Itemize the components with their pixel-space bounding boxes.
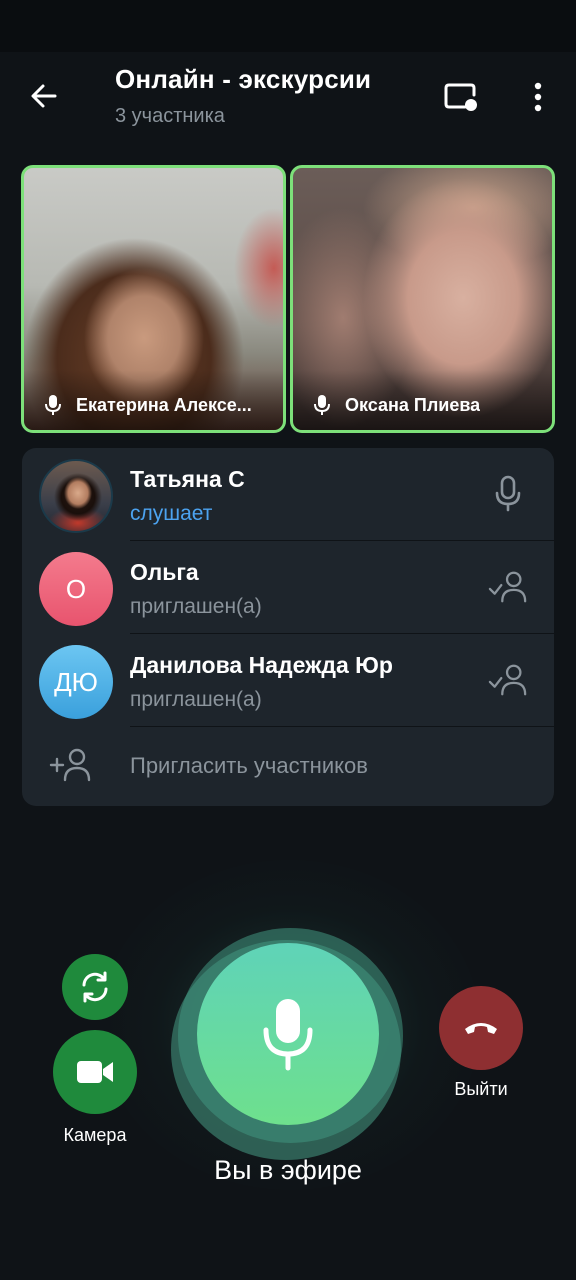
user-check-icon — [488, 664, 527, 696]
microphone-icon — [495, 475, 521, 512]
status-bar — [0, 0, 576, 52]
microphone-button[interactable] — [197, 943, 379, 1125]
more-options-button[interactable] — [518, 76, 558, 118]
user-check-icon — [488, 571, 527, 603]
more-vertical-icon — [534, 82, 542, 112]
arrow-left-icon — [31, 84, 57, 108]
avatar: О — [39, 552, 113, 626]
video-camera-icon — [77, 1061, 113, 1083]
participant-name: Данилова Надежда Юр — [130, 652, 393, 678]
participant-status: приглашен(а) — [130, 688, 262, 711]
screen-share-icon — [444, 83, 477, 111]
screen-share-button[interactable] — [440, 76, 482, 118]
broadcast-status: Вы в эфире — [214, 1155, 362, 1185]
microphone-icon — [263, 999, 313, 1071]
participant-row[interactable]: Татьяна С слушает — [22, 448, 554, 541]
avatar: ДЮ — [39, 645, 113, 719]
camera-switch-icon — [82, 971, 108, 1003]
participant-count: 3 участника — [115, 105, 225, 127]
invite-label: Пригласить участников — [130, 753, 368, 778]
tile-name: Екатерина Алексе... — [76, 394, 252, 415]
tile-name: Оксана Плиева — [345, 394, 481, 415]
call-header: Онлайн - экскурсии 3 участника — [0, 52, 576, 148]
participant-status: приглашен(а) — [130, 595, 262, 618]
call-title: Онлайн - экскурсии — [115, 64, 372, 94]
participant-row[interactable]: ДЮ Данилова Надежда Юр приглашен(а) — [22, 634, 554, 727]
participants-list: Татьяна С слушает О Ольга приглашен(а) Д… — [22, 448, 554, 806]
add-user-icon — [49, 748, 91, 782]
hang-up-icon — [465, 1023, 497, 1034]
leave-label: Выйти — [454, 1079, 508, 1099]
flip-camera-button[interactable] — [62, 954, 128, 1020]
leave-call-button[interactable] — [439, 986, 523, 1070]
participant-name: Татьяна С — [130, 466, 245, 492]
participant-status: слушает — [130, 502, 213, 525]
tile-label: Оксана Плиева — [313, 394, 540, 416]
invited-user-button[interactable] — [488, 567, 528, 607]
invite-participants-button[interactable]: Пригласить участников — [22, 727, 554, 806]
camera-label: Камера — [63, 1125, 127, 1145]
camera-button[interactable] — [53, 1030, 137, 1114]
invited-user-button[interactable] — [488, 660, 528, 700]
video-tile[interactable]: Оксана Плиева — [290, 165, 555, 433]
microphone-icon — [314, 395, 330, 415]
microphone-icon — [45, 395, 61, 415]
tile-label: Екатерина Алексе... — [44, 394, 271, 416]
participant-row[interactable]: О Ольга приглашен(а) — [22, 541, 554, 634]
video-tile[interactable]: Екатерина Алексе... — [21, 165, 286, 433]
mic-status-button[interactable] — [488, 474, 528, 514]
avatar — [39, 459, 113, 533]
participant-name: Ольга — [130, 559, 199, 585]
back-button[interactable] — [24, 76, 64, 116]
